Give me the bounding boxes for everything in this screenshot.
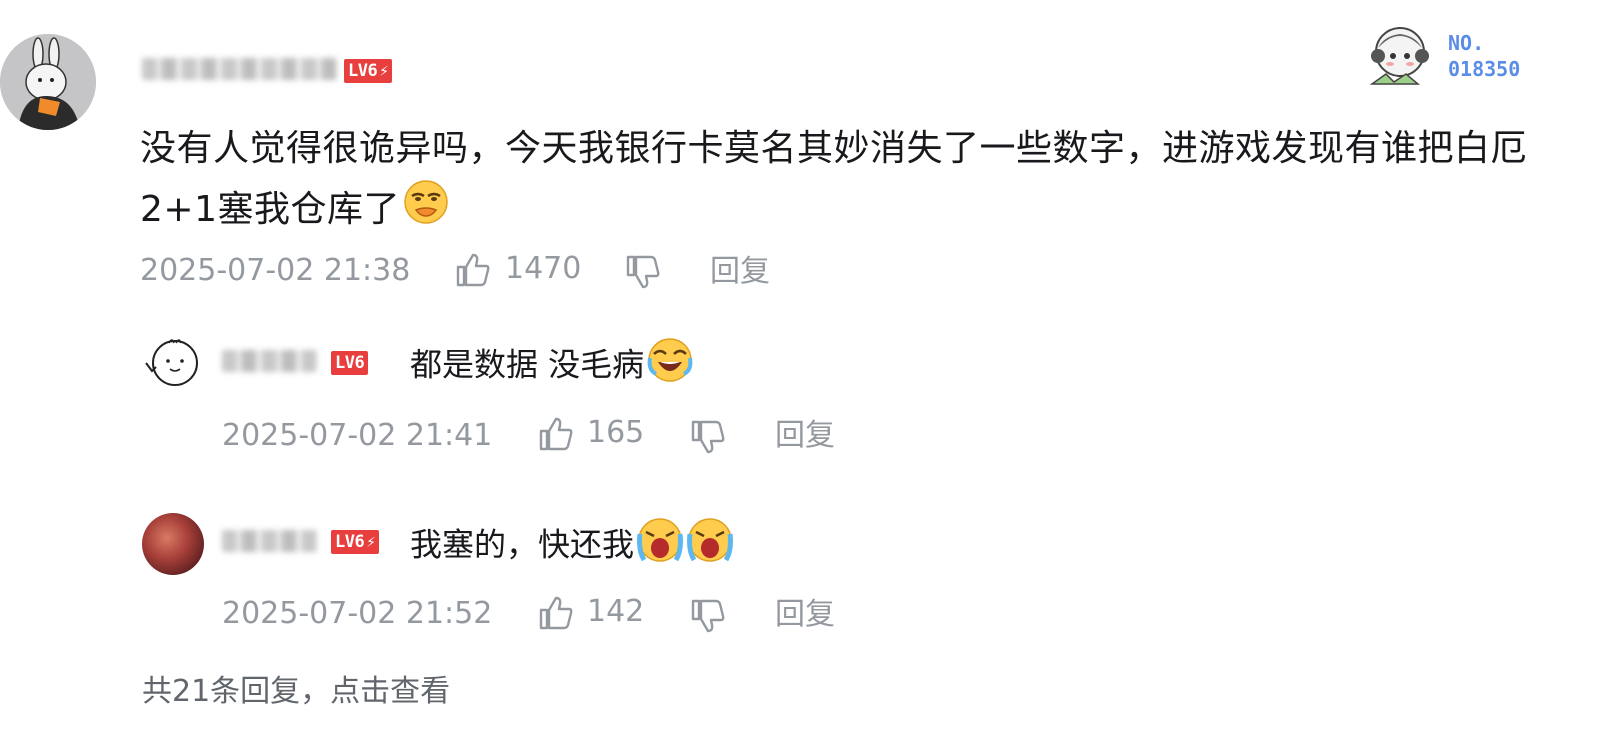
reply-reply-button[interactable]: 回复 [775, 595, 835, 635]
username[interactable]: user [142, 58, 337, 80]
fan-badge-number: 018350 [1448, 57, 1521, 81]
thumbs-down-icon[interactable] [689, 597, 727, 635]
level-badge-label: LV6 [348, 61, 378, 81]
thumbs-up-icon[interactable] [454, 251, 492, 289]
reply-text: 都是数据 没毛病 [410, 336, 694, 397]
comment-reply-button[interactable]: 回复 [710, 252, 770, 292]
loud-crying-face-icon [686, 516, 734, 577]
thumbs-up-icon[interactable] [537, 415, 575, 453]
reply-text-content: 都是数据 没毛病 [410, 345, 645, 384]
reply-username[interactable]: user [222, 350, 317, 372]
level-badge: LV6 ⚡ [344, 59, 393, 83]
reply-text-content: 我塞的，快还我 [410, 525, 635, 564]
reply-reply-button[interactable]: 回复 [775, 416, 835, 456]
reply-level-badge: LV6 [331, 351, 369, 375]
fan-badge[interactable]: NO. 018350 [1366, 22, 1546, 88]
reply-like-count: 165 [587, 415, 645, 450]
bunny-avatar-icon [0, 34, 96, 130]
reply-timestamp: 2025-07-02 21:52 [222, 596, 493, 631]
loud-crying-face-icon [636, 516, 684, 577]
reply-level-badge-label: LV6 [335, 353, 365, 373]
lightning-icon: ⚡ [366, 532, 376, 551]
comment-text-line-2-wrap: 2+1塞我仓库了 [140, 178, 1540, 244]
lightning-icon: ⚡ [379, 61, 389, 80]
reply-level-badge: LV6 ⚡ [331, 530, 380, 554]
thumbs-down-icon[interactable] [689, 418, 727, 456]
reply-avatar[interactable] [142, 333, 204, 395]
comment-text-line-1: 没有人觉得很诡异吗，今天我银行卡莫名其妙消失了一些数字，进游戏发现有谁把白厄 [140, 128, 1528, 169]
thumbs-up-icon[interactable] [537, 594, 575, 632]
doodle-face-avatar-icon [145, 339, 198, 386]
doge-face-icon [402, 178, 450, 244]
reply-like-count: 142 [587, 594, 645, 629]
reply-timestamp: 2025-07-02 21:41 [222, 418, 493, 453]
fan-badge-label: NO. [1448, 31, 1485, 55]
anime-girl-icon [1369, 27, 1429, 85]
reply-username[interactable]: user [222, 530, 317, 552]
laughing-crying-face-icon [646, 336, 694, 397]
avatar[interactable] [0, 34, 96, 130]
comment-text-line-2: 2+1塞我仓库了 [140, 189, 400, 230]
thumbs-down-icon[interactable] [624, 253, 662, 291]
view-more-replies-link[interactable]: 共21条回复，点击查看 [142, 672, 450, 712]
reply-avatar[interactable] [142, 513, 204, 575]
comment-like-count: 1470 [505, 251, 582, 286]
reply-text: 我塞的，快还我 [410, 516, 734, 577]
comment-timestamp: 2025-07-02 21:38 [140, 253, 411, 288]
reply-level-badge-label: LV6 [335, 532, 365, 552]
comment-text: 没有人觉得很诡异吗，今天我银行卡莫名其妙消失了一些数字，进游戏发现有谁把白厄 2… [140, 120, 1540, 244]
